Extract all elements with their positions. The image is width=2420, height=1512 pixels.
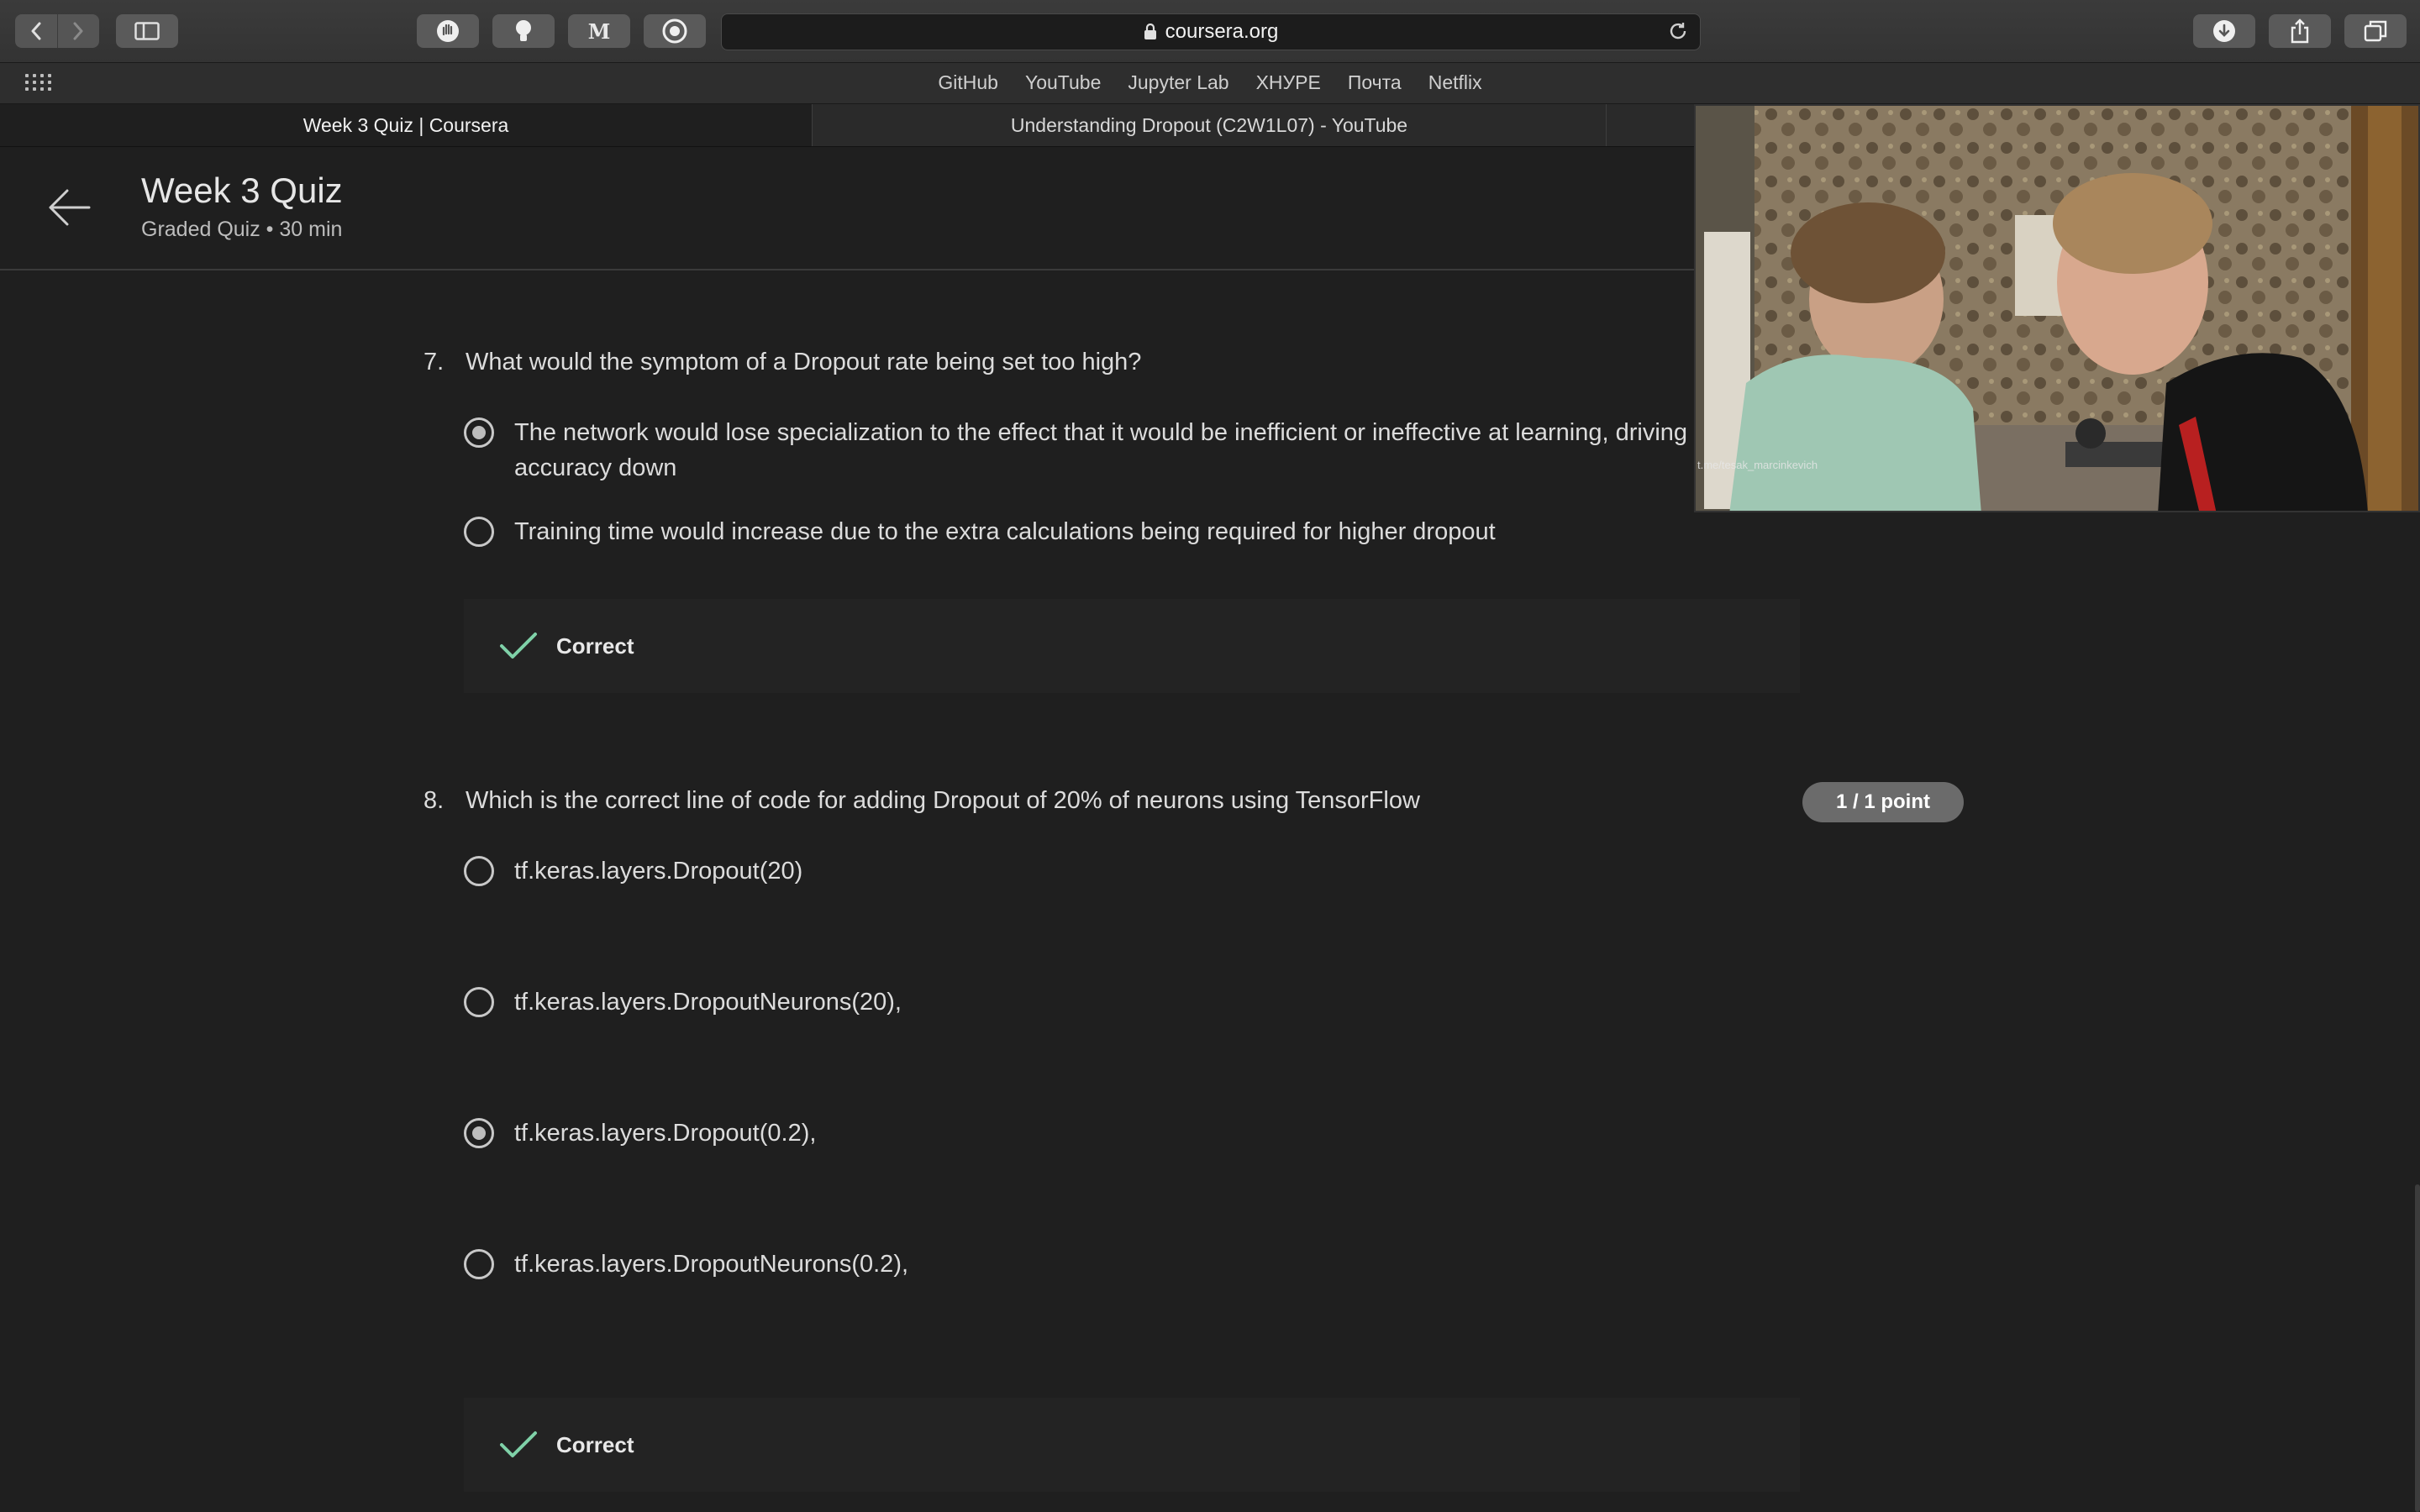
- bookmark-youtube[interactable]: YouTube: [1025, 71, 1101, 94]
- url-text: coursera.org: [1165, 20, 1279, 43]
- browser-toolbar: M coursera.org: [0, 0, 2420, 63]
- option-label: tf.keras.layers.Dropout(0.2),: [514, 1120, 817, 1147]
- answer-option[interactable]: Training time would increase due to the …: [464, 517, 1496, 549]
- radio-button[interactable]: [464, 856, 494, 886]
- radio-button[interactable]: [464, 1249, 494, 1279]
- bookmark-jupyter-lab[interactable]: Jupyter Lab: [1128, 71, 1228, 94]
- video-watermark: t.me/tesak_marcinkevich: [1697, 459, 1818, 471]
- checkmark-icon: [500, 1431, 537, 1457]
- checkmark-icon: [500, 633, 537, 659]
- radio-button[interactable]: [464, 517, 494, 547]
- extension-idea-button[interactable]: [492, 14, 555, 48]
- feedback-label: Correct: [556, 1431, 634, 1457]
- back-link[interactable]: [47, 187, 91, 232]
- feedback-label: Correct: [556, 633, 634, 659]
- tab-label: Understanding Dropout (C2W1L07) - YouTub…: [1010, 113, 1408, 136]
- address-bar[interactable]: coursera.org: [721, 13, 1701, 50]
- tabs-icon: [2364, 20, 2387, 42]
- forward-button[interactable]: [56, 14, 100, 48]
- question-number: 7.: [424, 349, 445, 375]
- download-icon: [2213, 20, 2235, 42]
- bookmark-mail[interactable]: Почта: [1348, 71, 1402, 94]
- extension-camera-button[interactable]: [644, 14, 706, 48]
- share-button[interactable]: [2269, 14, 2331, 48]
- bookmark-netflix[interactable]: Netflix: [1428, 71, 1482, 94]
- tab-youtube-dropout[interactable]: Understanding Dropout (C2W1L07) - YouTub…: [813, 104, 1607, 146]
- back-button[interactable]: [15, 14, 57, 48]
- share-icon: [2291, 18, 2309, 44]
- extension-mendeley-button[interactable]: M: [568, 14, 630, 48]
- question-prompt: Which is the correct line of code for ad…: [466, 787, 1420, 814]
- navigation-buttons: [15, 14, 99, 48]
- question-prompt: What would the symptom of a Dropout rate…: [466, 349, 1142, 375]
- page-title: Week 3 Quiz: [141, 171, 343, 210]
- question-number: 8.: [424, 787, 445, 814]
- picture-in-picture-video[interactable]: t.me/tesak_marcinkevich: [1694, 104, 2420, 512]
- answer-option[interactable]: tf.keras.layers.DropoutNeurons(0.2),: [464, 1249, 908, 1282]
- tab-coursera-quiz[interactable]: Week 3 Quiz | Coursera: [0, 104, 813, 146]
- answer-option[interactable]: tf.keras.layers.Dropout(20): [464, 856, 802, 889]
- bookmark-nure[interactable]: ХНУРЕ: [1256, 71, 1321, 94]
- sidebar-icon: [134, 22, 160, 40]
- option-label: The network would lose specialization to…: [514, 419, 1688, 481]
- radio-button-selected[interactable]: [464, 417, 494, 448]
- tab-label: Week 3 Quiz | Coursera: [302, 113, 509, 136]
- camera-icon: [662, 18, 687, 44]
- radio-button[interactable]: [464, 987, 494, 1017]
- reload-icon[interactable]: [1668, 21, 1688, 41]
- chevron-right-icon: [73, 22, 83, 40]
- bookmark-list: GitHub YouTube Jupyter Lab ХНУРЕ Почта N…: [0, 71, 2420, 94]
- radio-button-selected[interactable]: [464, 1118, 494, 1148]
- option-label: tf.keras.layers.DropoutNeurons(0.2),: [514, 1251, 909, 1278]
- scrollbar[interactable]: [2415, 1184, 2420, 1512]
- feedback-correct: Correct: [464, 599, 1800, 693]
- option-label: tf.keras.layers.Dropout(20): [514, 858, 803, 885]
- answer-option[interactable]: tf.keras.layers.DropoutNeurons(20),: [464, 987, 902, 1020]
- arrow-left-icon: [49, 189, 91, 226]
- lightbulb-icon: [516, 20, 531, 41]
- answer-option[interactable]: tf.keras.layers.Dropout(0.2),: [464, 1118, 816, 1151]
- extension-hand-button[interactable]: [417, 14, 479, 48]
- lock-icon: [1144, 24, 1156, 39]
- feedback-correct: Correct: [464, 1398, 1800, 1492]
- bookmarks-bar: GitHub YouTube Jupyter Lab ХНУРЕ Почта N…: [0, 63, 2420, 104]
- question-text: 7. What would the symptom of a Dropout ra…: [424, 349, 1141, 376]
- points-badge: 1 / 1 point: [1802, 782, 1964, 822]
- answer-option[interactable]: The network would lose specialization to…: [464, 417, 1749, 486]
- tab-overview-button[interactable]: [2344, 14, 2407, 48]
- downloads-button[interactable]: [2193, 14, 2255, 48]
- option-label: Training time would increase due to the …: [514, 518, 1496, 545]
- sidebar-toggle-button[interactable]: [116, 14, 178, 48]
- page-subtitle: Graded Quiz • 30 min: [141, 218, 343, 241]
- question-text: 8. Which is the correct line of code for …: [424, 787, 1420, 815]
- video-frame: [1696, 106, 2418, 511]
- chevron-left-icon: [31, 22, 41, 40]
- hand-icon: [437, 20, 459, 42]
- option-label: tf.keras.layers.DropoutNeurons(20),: [514, 989, 902, 1016]
- mendeley-icon: M: [587, 18, 611, 44]
- bookmark-github[interactable]: GitHub: [938, 71, 998, 94]
